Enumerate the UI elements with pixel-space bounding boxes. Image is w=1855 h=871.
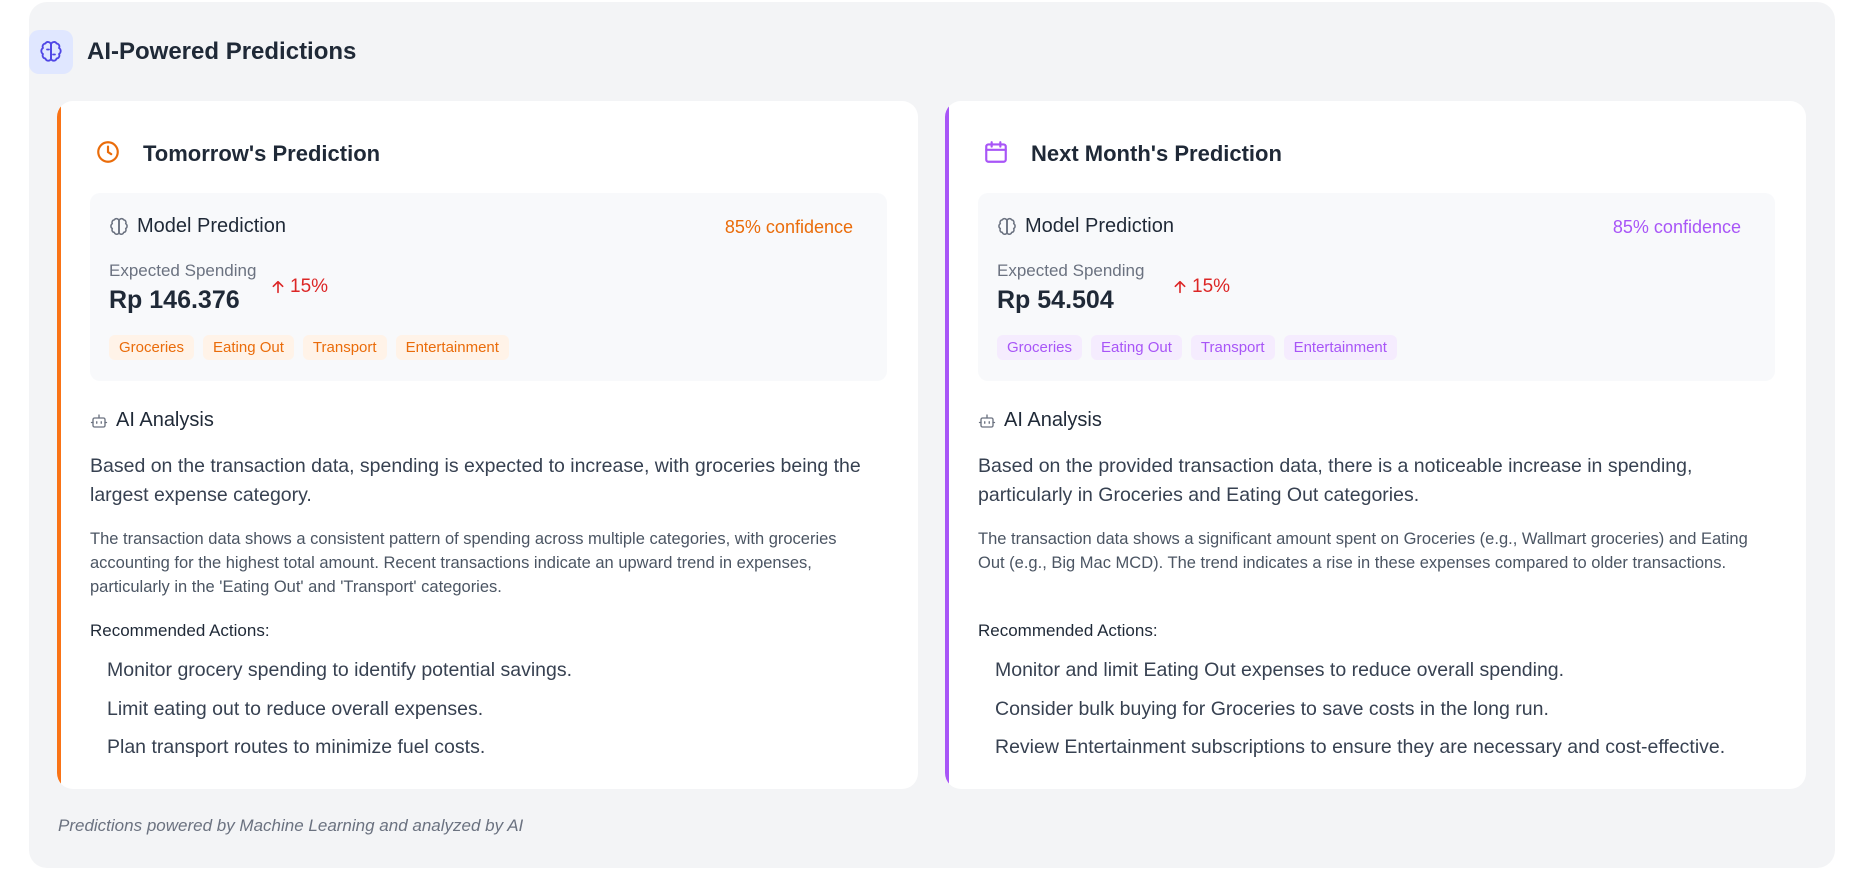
model-prediction-box: Model Prediction 85% confidence Expected…	[978, 193, 1775, 381]
page-header: AI-Powered Predictions	[29, 30, 356, 74]
confidence-badge: 85% confidence	[1612, 217, 1741, 237]
arrow-up-icon	[1174, 280, 1186, 294]
brain-icon	[29, 30, 73, 74]
card-accent-bar	[57, 101, 61, 789]
page-title: AI-Powered Predictions	[87, 38, 357, 65]
category-tag: Transport	[302, 335, 387, 360]
card-header: Next Month's Prediction	[983, 139, 1282, 169]
next-month-prediction-card: Next Month's Prediction Model Prediction…	[945, 101, 1806, 789]
spending-change: 15%	[1172, 276, 1230, 298]
list-item: Limit eating out to reduce overall expen…	[107, 697, 484, 720]
model-prediction-box: Model Prediction 85% confidence Expected…	[90, 193, 887, 381]
recommended-actions-list: Monitor and limit Eating Out expenses to…	[995, 651, 1725, 767]
list-item: Plan transport routes to minimize fuel c…	[107, 736, 486, 758]
ai-analysis-title: AI Analysis	[116, 409, 214, 431]
list-item: Review Entertainment subscriptions to en…	[995, 736, 1726, 758]
model-label-text: Model Prediction	[137, 215, 286, 237]
card-accent-bar	[945, 101, 949, 789]
category-tag: Eating Out	[203, 335, 294, 360]
ai-analysis-header: AI Analysis	[90, 409, 214, 432]
category-tag: Groceries	[997, 335, 1083, 360]
category-tag: Entertainment	[395, 335, 509, 360]
model-prediction-label: Model Prediction	[997, 215, 1174, 238]
recommended-actions-list: Monitor grocery spending to identify pot…	[107, 651, 572, 767]
expected-spending-label: Expected Spending	[997, 261, 1145, 280]
clock-icon	[95, 139, 121, 170]
card-title: Next Month's Prediction	[1031, 141, 1282, 166]
model-prediction-label: Model Prediction	[109, 215, 286, 238]
category-tags: Groceries Eating Out Transport Entertain…	[109, 335, 518, 360]
calendar-icon	[983, 139, 1009, 170]
list-item: Monitor grocery spending to identify pot…	[107, 659, 573, 681]
analysis-summary: Based on the transaction data, spending …	[90, 455, 861, 506]
analysis-detail: The transaction data shows a consistent …	[90, 530, 837, 596]
category-tag: Eating Out	[1091, 335, 1182, 360]
category-tag: Transport	[1190, 335, 1275, 360]
change-value: 15%	[290, 276, 329, 297]
model-label-text: Model Prediction	[1025, 215, 1174, 237]
change-value: 15%	[1192, 276, 1231, 297]
footer-note: Predictions powered by Machine Learning …	[58, 816, 524, 835]
recommended-actions-title: Recommended Actions:	[978, 621, 1158, 640]
bot-icon	[978, 413, 996, 428]
category-tags: Groceries Eating Out Transport Entertain…	[997, 335, 1406, 360]
analysis-detail: The transaction data shows a significant…	[978, 530, 1748, 572]
expected-spending-label: Expected Spending	[109, 261, 257, 280]
brain-icon	[998, 217, 1016, 235]
expected-spending-amount: Rp 54.504	[997, 286, 1114, 314]
tomorrow-prediction-card: Tomorrow's Prediction Model Prediction 8…	[57, 101, 918, 789]
arrow-up-icon	[272, 280, 284, 294]
bot-icon	[90, 413, 108, 428]
card-header: Tomorrow's Prediction	[95, 139, 380, 169]
category-tag: Groceries	[109, 335, 195, 360]
card-title: Tomorrow's Prediction	[143, 141, 381, 166]
list-item: Consider bulk buying for Groceries to sa…	[995, 697, 1549, 720]
ai-analysis-header: AI Analysis	[978, 409, 1102, 432]
recommended-actions-title: Recommended Actions:	[90, 621, 270, 640]
ai-analysis-title: AI Analysis	[1004, 409, 1102, 431]
category-tag: Entertainment	[1283, 335, 1397, 360]
expected-spending-amount: Rp 146.376	[109, 286, 240, 314]
brain-icon	[110, 217, 128, 235]
spending-change: 15%	[270, 276, 328, 298]
list-item: Monitor and limit Eating Out expenses to…	[995, 659, 1565, 681]
confidence-badge: 85% confidence	[724, 217, 853, 237]
analysis-summary: Based on the provided transaction data, …	[978, 455, 1693, 506]
